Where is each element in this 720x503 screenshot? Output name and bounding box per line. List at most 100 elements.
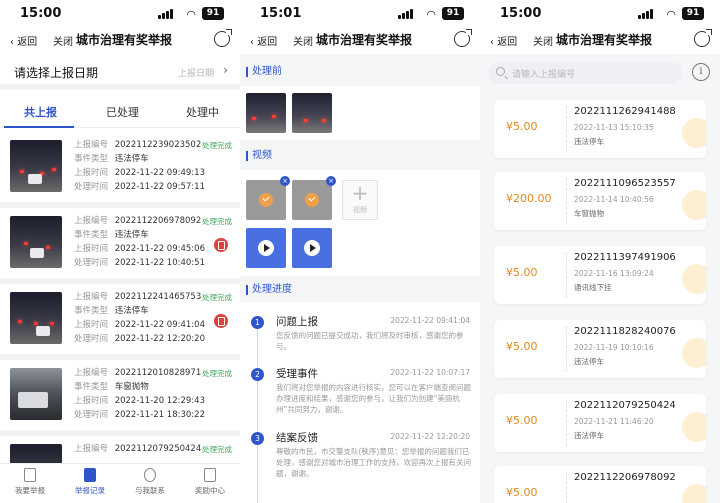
reward-amount: ¥5.00 (506, 120, 538, 133)
divider (566, 178, 567, 224)
delete-icon[interactable] (214, 238, 228, 252)
remove-icon[interactable]: × (280, 176, 290, 186)
before-photo[interactable] (292, 93, 332, 133)
report-time: 2022-11-22 09:49:13 (114, 168, 205, 178)
tab-processing[interactable]: 处理中 (186, 104, 219, 120)
close-button[interactable]: 关闭 (53, 33, 73, 48)
report-no: 2022112206978092 (114, 216, 202, 226)
reward-card[interactable]: ¥5.00 2022111397491906 2022-11-16 13:09:… (494, 246, 706, 304)
refresh-icon[interactable] (454, 29, 472, 47)
report-card[interactable]: 上报编号 2022112239023502 事件类型 违法停车 上报时间 202… (0, 132, 240, 208)
status-badge: 处理完成 (202, 141, 232, 150)
reward-date: 2022-11-16 13:09:24 (574, 269, 654, 278)
divider (566, 106, 567, 152)
status-badge: 处理完成 (202, 217, 232, 226)
user-icon (144, 468, 156, 482)
back-button[interactable]: ‹ 返回 (250, 33, 277, 48)
back-button[interactable]: ‹ 返回 (10, 33, 37, 48)
step-desc: 您反馈的问题已提交成功，我们将及时审核，感谢您的参与。 (276, 331, 464, 351)
step-title: 问题上报 (276, 316, 318, 328)
nav-bar: ‹ 返回 关闭 城市治理有奖举报 (240, 28, 480, 54)
search-input[interactable]: 请输入上报编号 (488, 62, 682, 84)
handle-time: 2022-11-21 18:30:22 (114, 410, 205, 420)
video-file[interactable] (292, 228, 332, 268)
back-button[interactable]: ‹ 返回 (490, 33, 517, 48)
coin-icon (682, 484, 706, 503)
date-filter[interactable]: 请选择上报日期 上报日期 › (0, 54, 240, 90)
coin-icon (682, 190, 706, 220)
refresh-icon[interactable] (214, 29, 232, 47)
status-badge: 处理完成 (202, 445, 232, 454)
video-thumb[interactable]: × (292, 176, 336, 220)
status-bar: 15:00 ◠ 91 (0, 0, 240, 28)
video-list: × × + 视频 (240, 170, 480, 276)
back-label: 返回 (257, 37, 278, 48)
section-header: 视频 (240, 144, 480, 168)
play-icon (304, 240, 320, 256)
document-icon (84, 468, 96, 482)
report-card[interactable]: 上报编号 2022112241465753 事件类型 违法停车 上报时间 202… (0, 284, 240, 360)
status-time: 15:01 (260, 6, 302, 21)
reward-card[interactable]: ¥5.00 2022112079250424 2022-11-21 11:46:… (494, 394, 706, 452)
rewards-screen: 15:00 ◠ 91 ‹ 返回 关闭 城市治理有奖举报 请输入上报编号 i ¥5… (480, 0, 720, 503)
reward-card[interactable]: ¥5.00 2022111262941488 2022-11-13 15:10:… (494, 100, 706, 158)
field-label: 事件类型 (74, 154, 109, 164)
field-label: 上报编号 (74, 368, 109, 378)
handle-time: 2022-11-22 12:20:20 (114, 334, 205, 344)
tab-processed[interactable]: 已处理 (106, 104, 139, 120)
bottom-tab-bar: 我要举报 举报记录 与我联系 奖励中心 (0, 463, 240, 503)
report-no: 2022112241465753 (114, 292, 202, 302)
back-label: 返回 (497, 37, 518, 48)
reward-card[interactable]: ¥200.00 2022111096523557 2022-11-14 10:4… (494, 172, 706, 230)
reward-card[interactable]: ¥5.00 2022111828240076 2022-11-19 10:10:… (494, 320, 706, 378)
report-photo (10, 216, 62, 268)
report-time: 2022-11-22 09:45:06 (114, 244, 205, 254)
video-file[interactable] (246, 228, 286, 268)
check-icon (305, 193, 319, 207)
field-label: 上报时间 (74, 168, 109, 178)
add-video-button[interactable]: + 视频 (342, 180, 378, 220)
info-icon[interactable]: i (692, 63, 710, 81)
handle-time: 2022-11-22 09:57:11 (114, 182, 205, 192)
tabbar-rewards[interactable]: 奖励中心 (180, 468, 240, 496)
report-detail-screen: 15:01 ◠ 91 ‹ 返回 关闭 城市治理有奖举报 处理前 视频 × × +… (240, 0, 480, 503)
tabbar-contact[interactable]: 与我联系 (120, 468, 180, 496)
upload-icon (24, 468, 36, 482)
reward-type: 违法停车 (574, 357, 604, 366)
section-title: 处理进度 (252, 284, 292, 295)
reward-type: 违法停车 (574, 137, 604, 146)
report-card[interactable]: 上报编号 2022112206978092 事件类型 违法停车 上报时间 202… (0, 208, 240, 284)
reward-amount: ¥5.00 (506, 266, 538, 279)
page-title: 城市治理有奖举报 (316, 33, 413, 47)
page-title: 城市治理有奖举报 (76, 33, 173, 47)
field-label: 事件类型 (74, 382, 109, 392)
reward-card[interactable]: ¥5.00 2022112206978092 (494, 466, 706, 503)
before-photos (240, 86, 480, 140)
close-button[interactable]: 关闭 (533, 33, 553, 48)
reward-type: 通讯线下挂 (574, 283, 612, 292)
battery-level: 91 (682, 7, 704, 20)
report-card[interactable]: 上报编号 2022112010828971 事件类型 车窗抛物 上报时间 202… (0, 360, 240, 436)
divider (566, 472, 567, 503)
reward-amount: ¥5.00 (506, 340, 538, 353)
report-list-screen: 15:00 ◠ 91 ‹ 返回 关闭 城市治理有奖举报 请选择上报日期 上报日期… (0, 0, 240, 503)
video-thumb[interactable]: × (246, 176, 290, 220)
remove-icon[interactable]: × (326, 176, 336, 186)
tabbar-records[interactable]: 举报记录 (60, 468, 120, 496)
step-title: 结案反馈 (276, 432, 318, 444)
field-label: 处理时间 (74, 182, 109, 192)
section-title: 视频 (252, 150, 272, 161)
report-no: 2022112079250424 (114, 444, 202, 454)
before-photo[interactable] (246, 93, 286, 133)
status-badge: 处理完成 (202, 369, 232, 378)
tabbar-report[interactable]: 我要举报 (0, 468, 60, 496)
field-label: 上报编号 (74, 216, 109, 226)
date-placeholder: 上报日期 (177, 69, 214, 79)
wifi-icon: ◠ (666, 8, 676, 21)
refresh-icon[interactable] (694, 29, 712, 47)
close-button[interactable]: 关闭 (293, 33, 313, 48)
delete-icon[interactable] (214, 314, 228, 328)
tab-all[interactable]: 共上报 (24, 104, 57, 120)
field-label: 事件类型 (74, 306, 109, 316)
nav-bar: ‹ 返回 关闭 城市治理有奖举报 (480, 28, 720, 54)
